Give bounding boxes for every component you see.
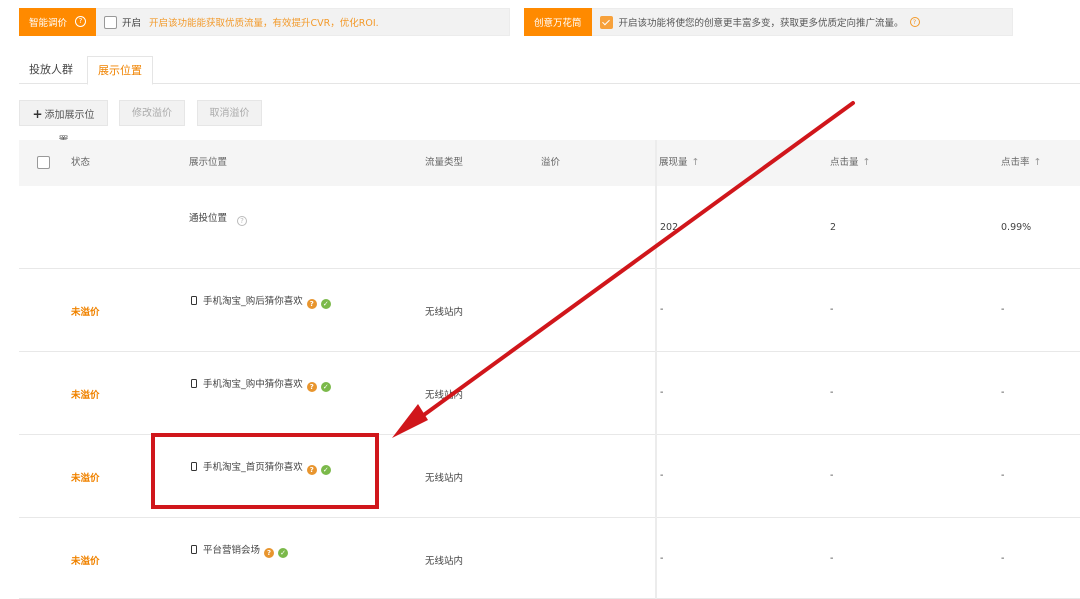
header-impressions[interactable]: 展现量 ↑: [659, 140, 699, 186]
add-placement-button[interactable]: +添加展示位置: [19, 100, 108, 126]
header-traffic-type: 流量类型: [425, 140, 463, 186]
smart-bid-label: 智能调价: [29, 15, 67, 29]
header-clicks-label: 点击量: [830, 157, 859, 168]
traffic-type-cell: 无线站内: [425, 387, 463, 401]
creative-label: 创意万花筒: [534, 15, 582, 29]
sort-arrow-icon[interactable]: ↑: [863, 157, 871, 168]
mobile-icon: [191, 545, 197, 554]
creative-note: 开启该功能将使您的创意更丰富多变，获取更多优质定向推广流量。: [619, 15, 904, 29]
position-cell: 手机淘宝_购后猜你喜欢? ✓: [191, 293, 331, 309]
table-row: 未溢价 平台营销会场? ✓ 无线站内 - - -: [19, 518, 1080, 599]
position-cell: 平台营销会场? ✓: [191, 542, 288, 558]
table-row: 未溢价 手机淘宝_首页猜你喜欢? ✓ 无线站内 - - -: [19, 435, 1080, 518]
header-ctr-label: 点击率: [1001, 157, 1030, 168]
question-icon[interactable]: ?: [307, 299, 317, 309]
plus-icon: +: [32, 107, 42, 121]
table-row: 未溢价 手机淘宝_购中猜你喜欢? ✓ 无线站内 - - -: [19, 352, 1080, 435]
question-icon[interactable]: ?: [307, 465, 317, 475]
position-label: 通投位置: [189, 213, 227, 224]
position-label: 手机淘宝_购中猜你喜欢: [203, 379, 303, 390]
status-cell: 未溢价: [71, 387, 100, 401]
position-cell: 手机淘宝_首页猜你喜欢? ✓: [191, 459, 331, 475]
page: 智能调价 ? 开启 开启该功能能获取优质流量，有效提升CVR，优化ROI. 创意…: [0, 0, 1080, 599]
position-label: 平台营销会场: [203, 545, 260, 556]
traffic-type-cell: 无线站内: [425, 470, 463, 484]
select-all-checkbox[interactable]: [37, 156, 50, 169]
impressions-cell: -: [660, 304, 663, 315]
check-circle-icon: ✓: [321, 299, 331, 309]
header-clicks[interactable]: 点击量 ↑: [830, 140, 870, 186]
ctr-cell: -: [1001, 470, 1004, 481]
status-cell: 未溢价: [71, 553, 100, 567]
header-impressions-label: 展现量: [659, 157, 688, 168]
check-circle-icon: ✓: [278, 548, 288, 558]
clicks-cell: -: [830, 387, 833, 398]
check-circle-icon: ✓: [321, 465, 331, 475]
mobile-icon: [191, 296, 197, 305]
status-cell: 未溢价: [71, 470, 100, 484]
smart-bid-checkbox[interactable]: [104, 16, 117, 29]
table-row: 未溢价 手机淘宝_购后猜你喜欢? ✓ 无线站内 - - -: [19, 269, 1080, 352]
table-row: 通投位置? 202 2 0.99%: [19, 186, 1080, 269]
clicks-cell: 2: [830, 222, 836, 233]
question-circle-icon[interactable]: ?: [910, 17, 920, 27]
question-circle-icon[interactable]: ?: [75, 16, 86, 27]
tab-bar: 投放人群 展示位置: [19, 56, 1080, 84]
smart-bid-checkbox-label: 开启: [122, 15, 141, 29]
position-label: 手机淘宝_购后猜你喜欢: [203, 296, 303, 307]
mobile-icon: [191, 462, 197, 471]
table-header: 状态 展示位置 流量类型 溢价 展现量 ↑ 点击量 ↑ 点击率 ↑: [19, 140, 1080, 186]
column-divider: [655, 140, 657, 599]
smart-bid-bar: 智能调价 ? 开启 开启该功能能获取优质流量，有效提升CVR，优化ROI.: [19, 8, 510, 36]
smart-bid-note: 开启该功能能获取优质流量，有效提升CVR，优化ROI.: [149, 15, 379, 29]
position-cell: 通投位置?: [189, 210, 247, 226]
impressions-cell: -: [660, 387, 663, 398]
tab-audience[interactable]: 投放人群: [19, 56, 83, 84]
ctr-cell: -: [1001, 304, 1004, 315]
mobile-icon: [191, 379, 197, 388]
status-cell: 未溢价: [71, 304, 100, 318]
impressions-cell: -: [660, 553, 663, 564]
ctr-cell: 0.99%: [1001, 222, 1031, 233]
clicks-cell: -: [830, 470, 833, 481]
position-cell: 手机淘宝_购中猜你喜欢? ✓: [191, 376, 331, 392]
impressions-cell: -: [660, 470, 663, 481]
creative-button[interactable]: 创意万花筒: [524, 8, 592, 36]
check-circle-icon: ✓: [321, 382, 331, 392]
traffic-type-cell: 无线站内: [425, 553, 463, 567]
question-icon[interactable]: ?: [307, 382, 317, 392]
cancel-premium-button[interactable]: 取消溢价: [197, 100, 262, 126]
impressions-cell: 202: [660, 222, 678, 233]
traffic-type-cell: 无线站内: [425, 304, 463, 318]
header-status: 状态: [71, 140, 90, 186]
creative-bar: 创意万花筒 开启该功能将使您的创意更丰富多变，获取更多优质定向推广流量。 ?: [524, 8, 1013, 36]
ctr-cell: -: [1001, 553, 1004, 564]
ctr-cell: -: [1001, 387, 1004, 398]
question-icon[interactable]: ?: [264, 548, 274, 558]
header-position: 展示位置: [189, 140, 227, 186]
clicks-cell: -: [830, 553, 833, 564]
tab-placement[interactable]: 展示位置: [87, 56, 153, 85]
position-label: 手机淘宝_首页猜你喜欢: [203, 462, 303, 473]
clicks-cell: -: [830, 304, 833, 315]
sort-arrow-icon[interactable]: ↑: [1034, 157, 1042, 168]
question-circle-icon[interactable]: ?: [237, 216, 247, 226]
smart-bid-button[interactable]: 智能调价 ?: [19, 8, 96, 36]
creative-checkbox[interactable]: [600, 16, 613, 29]
header-ctr[interactable]: 点击率 ↑: [1001, 140, 1041, 186]
header-premium: 溢价: [541, 140, 560, 186]
edit-premium-button[interactable]: 修改溢价: [119, 100, 185, 126]
sort-arrow-icon[interactable]: ↑: [692, 157, 700, 168]
